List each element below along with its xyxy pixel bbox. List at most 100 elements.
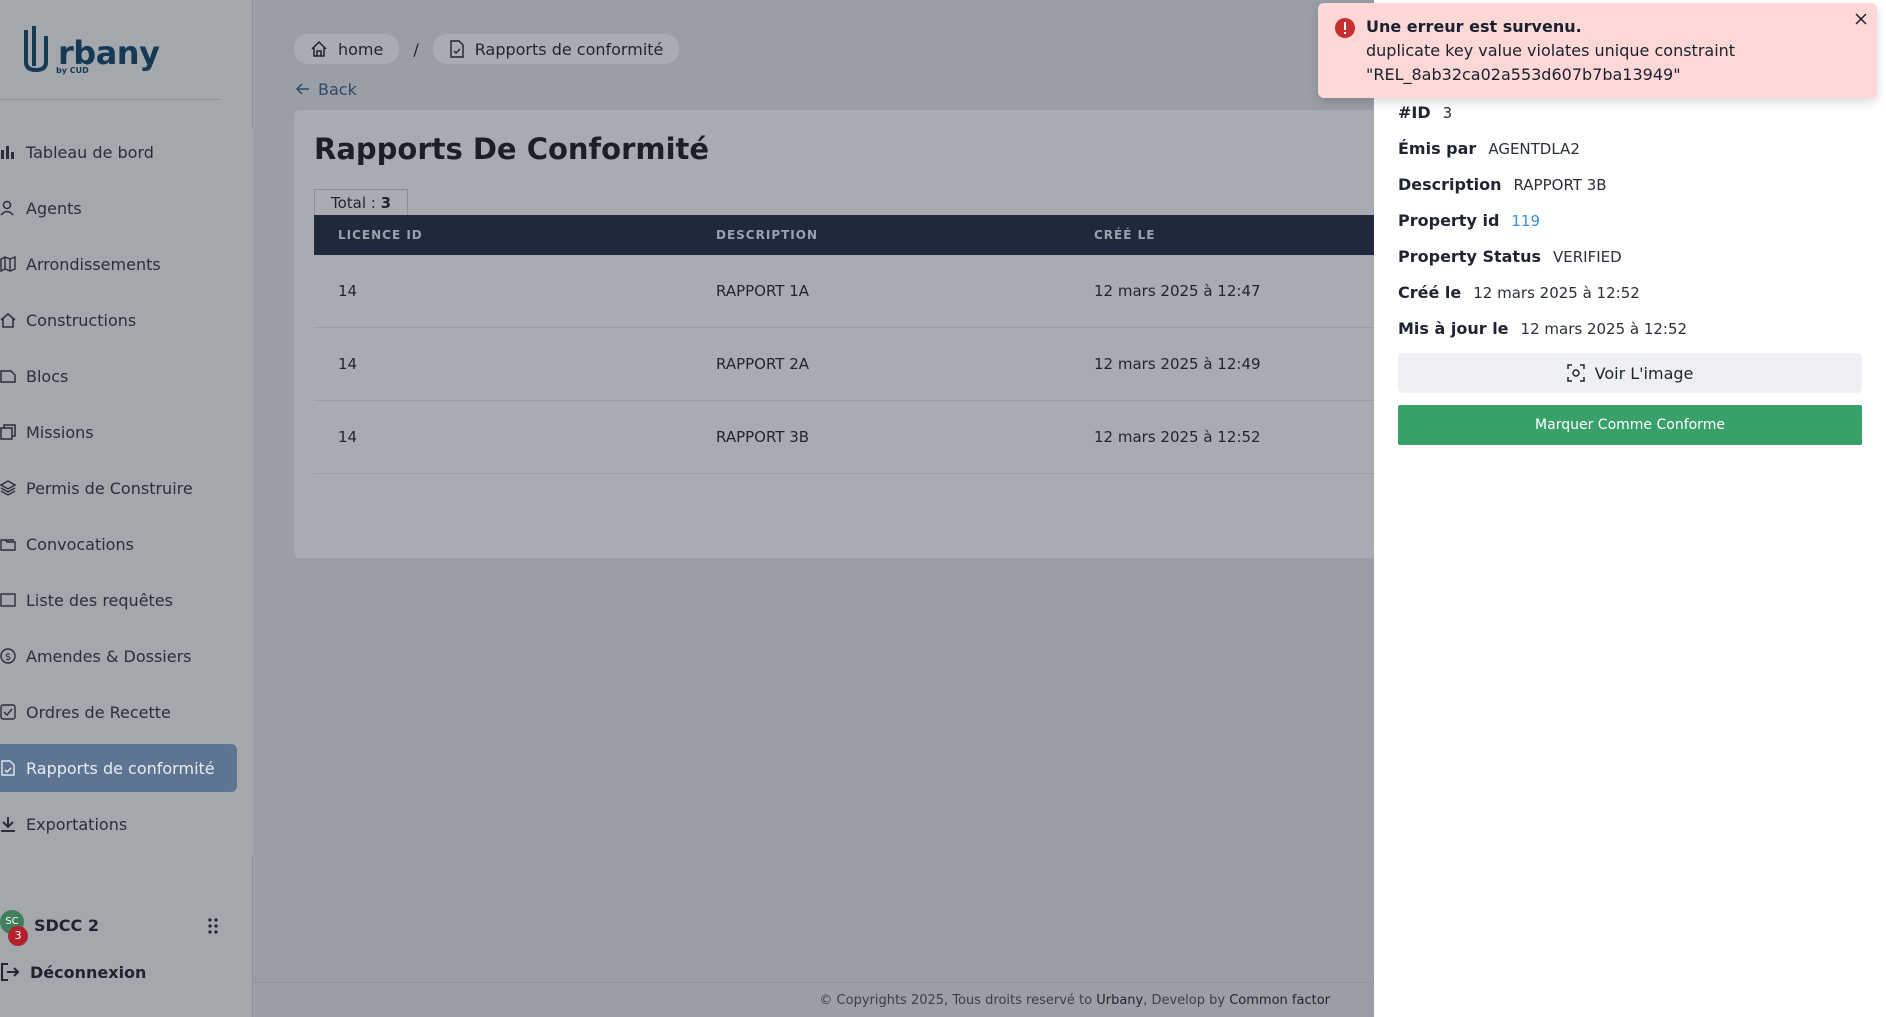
logout-label: Déconnexion	[30, 962, 147, 982]
footer-dev-link[interactable]: Common factor	[1229, 993, 1330, 1008]
footer-mid: , Develop by	[1143, 993, 1230, 1008]
column-header-description[interactable]: DESCRIPTION	[716, 228, 818, 242]
total-label: Total :	[331, 194, 381, 212]
back-link[interactable]: Back	[295, 80, 357, 99]
sidebar-item-amendes-dossiers[interactable]: $ Amendes & Dossiers	[0, 632, 237, 680]
sidebar-item-agents[interactable]: Agents	[0, 184, 237, 232]
sidebar-item-arrondissements[interactable]: Arrondissements	[0, 240, 237, 288]
alert-circle-icon	[1334, 17, 1356, 43]
total-value: 3	[380, 194, 392, 212]
view-image-label: Voir L'image	[1594, 363, 1694, 383]
breadcrumb-current[interactable]: Rapports de conformité	[432, 34, 680, 64]
dollar-icon: $	[0, 645, 22, 667]
cell-description: RAPPORT 2A	[716, 355, 810, 373]
mark-conforme-label: Marquer Comme Conforme	[1535, 417, 1725, 433]
cell-created: 12 mars 2025 à 12:52	[1094, 428, 1261, 446]
detail-value: RAPPORT 3B	[1513, 176, 1607, 194]
sidebar-item-permis-de-construire[interactable]: Permis de Construire	[0, 464, 237, 512]
detail-emis-par: Émis par AGENTDLA2	[1398, 139, 1580, 158]
cell-licence-id: 14	[338, 282, 358, 300]
detail-key: Créé le	[1398, 283, 1462, 302]
mark-conforme-button[interactable]: Marquer Comme Conforme	[1398, 405, 1862, 445]
sidebar-item-liste-des-requetes[interactable]: Liste des requêtes	[0, 576, 237, 624]
detail-value: AGENTDLA2	[1488, 140, 1580, 158]
detail-key: Property id	[1398, 211, 1500, 230]
detail-property-id: Property id 119	[1398, 211, 1540, 230]
list-icon	[0, 589, 22, 611]
detail-key: Mis à jour le	[1398, 319, 1509, 338]
user-profile[interactable]: SC 3 SDCC 2	[0, 910, 253, 946]
home-icon	[0, 309, 22, 331]
sidebar-item-tableau-de-bord[interactable]: Tableau de bord	[0, 128, 237, 176]
bar-chart-icon	[0, 141, 22, 163]
cell-description: RAPPORT 3B	[716, 428, 810, 446]
sidebar-item-constructions[interactable]: Constructions	[0, 296, 237, 344]
breadcrumb: home / Rapports de conformité	[294, 34, 680, 64]
cell-licence-id: 14	[338, 355, 358, 373]
page-title: Rapports De Conformité	[314, 132, 710, 166]
folder-icon	[0, 533, 22, 555]
reports-card: Rapports De Conformité Total : 3 LICENCE…	[294, 110, 1384, 558]
sidebar-item-label: Constructions	[26, 310, 137, 330]
sidebar-item-label: Arrondissements	[26, 254, 161, 274]
footer: © Copyrights 2025, Tous droits reservé t…	[254, 982, 1374, 1017]
breadcrumb-home-label: home	[338, 39, 384, 59]
sidebar-item-label: Amendes & Dossiers	[26, 646, 192, 666]
toast-message: duplicate key value violates unique cons…	[1366, 41, 1736, 60]
sidebar-item-exportations[interactable]: Exportations	[0, 800, 237, 848]
file-check-icon	[449, 40, 465, 58]
column-header-cree-le[interactable]: CRÉÉ LE	[1094, 228, 1155, 242]
sidebar-item-label: Ordres de Recette	[26, 702, 171, 722]
sidebar-item-label: Liste des requêtes	[26, 590, 173, 610]
receipt-icon	[0, 701, 22, 723]
cell-licence-id: 14	[338, 428, 358, 446]
back-label: Back	[318, 80, 357, 99]
download-icon	[0, 813, 22, 835]
home-icon	[310, 40, 328, 58]
toast-message-constraint: "REL_8ab32ca02a553d607b7ba13949"	[1366, 65, 1681, 84]
cell-created: 12 mars 2025 à 12:47	[1094, 282, 1261, 300]
notification-badge: 3	[8, 926, 28, 946]
table-row[interactable]: 14 RAPPORT 2A 12 mars 2025 à 12:49	[314, 328, 1384, 401]
sidebar-item-convocations[interactable]: Convocations	[0, 520, 237, 568]
breadcrumb-home[interactable]: home	[294, 34, 400, 64]
detail-key: Description	[1398, 175, 1502, 194]
table-row[interactable]: 14 RAPPORT 1A 12 mars 2025 à 12:47	[314, 255, 1384, 328]
scan-icon	[1566, 364, 1585, 382]
logout-button[interactable]: Déconnexion	[0, 962, 146, 982]
sidebar-item-label: Exportations	[26, 814, 128, 834]
property-id-link[interactable]: 119	[1511, 212, 1540, 230]
sidebar-item-label: Blocs	[26, 366, 69, 386]
total-count: Total : 3	[314, 189, 409, 216]
detail-property-status: Property Status VERIFIED	[1398, 247, 1622, 266]
block-icon	[0, 365, 22, 387]
sidebar-item-ordres-de-recette[interactable]: Ordres de Recette	[0, 688, 237, 736]
column-header-licence-id[interactable]: LICENCE ID	[338, 228, 423, 242]
logo[interactable]: rbany by CUD	[0, 0, 220, 100]
error-toast: Une erreur est survenu. duplicate key va…	[1318, 3, 1877, 98]
breadcrumb-current-label: Rapports de conformité	[474, 39, 664, 59]
sidebar-item-blocs[interactable]: Blocs	[0, 352, 237, 400]
sidebar-item-rapports-de-conformite[interactable]: Rapports de conformité	[0, 744, 237, 792]
detail-value: 12 mars 2025 à 12:52	[1520, 320, 1688, 338]
detail-description: Description RAPPORT 3B	[1398, 175, 1607, 194]
sidebar-item-label: Convocations	[26, 534, 134, 554]
detail-key: #ID	[1398, 103, 1431, 122]
view-image-button[interactable]: Voir L'image	[1398, 353, 1862, 393]
grip-dots-icon[interactable]	[205, 916, 221, 936]
detail-cree-le: Créé le 12 mars 2025 à 12:52	[1398, 283, 1640, 302]
detail-key: Émis par	[1398, 139, 1477, 158]
copyright: © Copyrights 2025, Tous droits reservé t…	[819, 993, 1330, 1008]
breadcrumb-separator: /	[413, 39, 419, 59]
footer-brand-link[interactable]: Urbany	[1096, 993, 1143, 1008]
svg-text:$: $	[5, 652, 11, 663]
close-icon[interactable]	[1853, 11, 1869, 27]
detail-id: #ID 3	[1398, 103, 1452, 122]
urbany-logo-icon	[24, 26, 48, 73]
table-row[interactable]: 14 RAPPORT 3B 12 mars 2025 à 12:52	[314, 401, 1384, 474]
logo-subtext: by CUD	[56, 66, 89, 75]
sidebar-item-missions[interactable]: Missions	[0, 408, 237, 456]
detail-key: Property Status	[1398, 247, 1541, 266]
table-header: LICENCE ID DESCRIPTION CRÉÉ LE	[314, 215, 1384, 255]
detail-value: VERIFIED	[1552, 248, 1622, 266]
